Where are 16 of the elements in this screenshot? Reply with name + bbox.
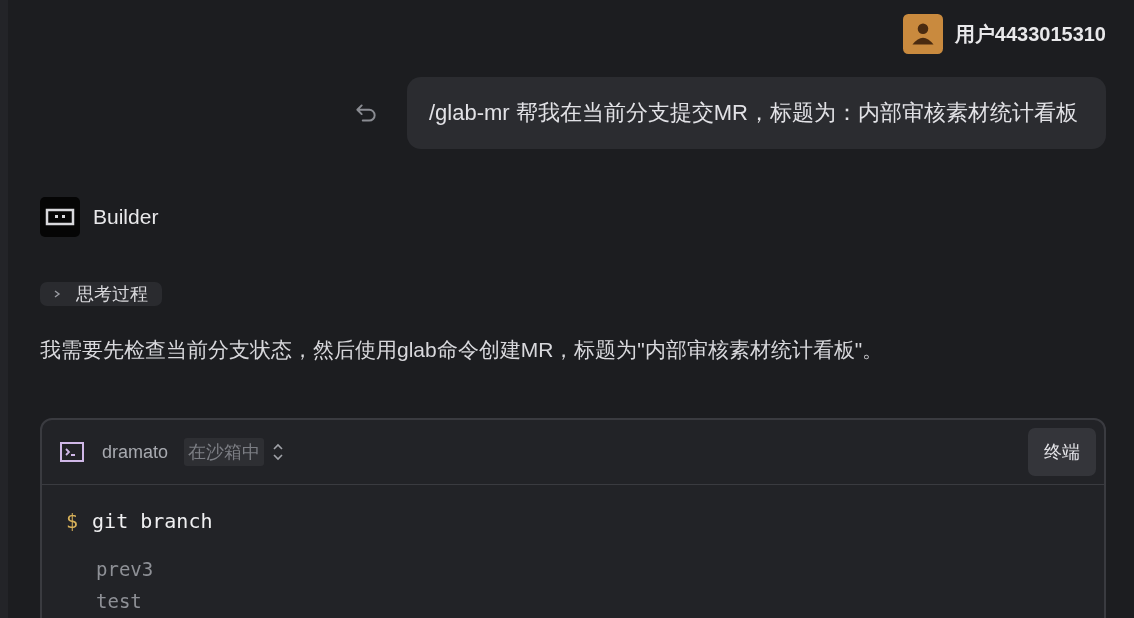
- reply-text: 我需要先检查当前分支状态，然后使用glab命令创建MR，标题为"内部审核素材统计看板"。: [40, 337, 885, 363]
- output-line: prev3: [96, 557, 155, 582]
- updown-icon[interactable]: [272, 443, 285, 461]
- prompt-symbol: $: [66, 509, 79, 533]
- project-name: dramato: [102, 441, 169, 463]
- user-message: /glab-mr 帮我在当前分支提交MR，标题为：内部审核素材统计看板: [407, 77, 1106, 149]
- terminal-button[interactable]: 终端: [1028, 428, 1096, 476]
- command-text: git branch: [92, 509, 213, 533]
- bot-icon: [40, 197, 80, 237]
- user-name: 用户4433015310: [954, 21, 1106, 47]
- avatar-icon: [902, 14, 943, 54]
- assistant-name: Builder: [93, 205, 159, 229]
- terminal-icon: [60, 442, 84, 462]
- chevron-icon: [52, 289, 62, 299]
- thinking-toggle[interactable]: 思考过程: [40, 282, 162, 306]
- output-line: test: [96, 589, 143, 614]
